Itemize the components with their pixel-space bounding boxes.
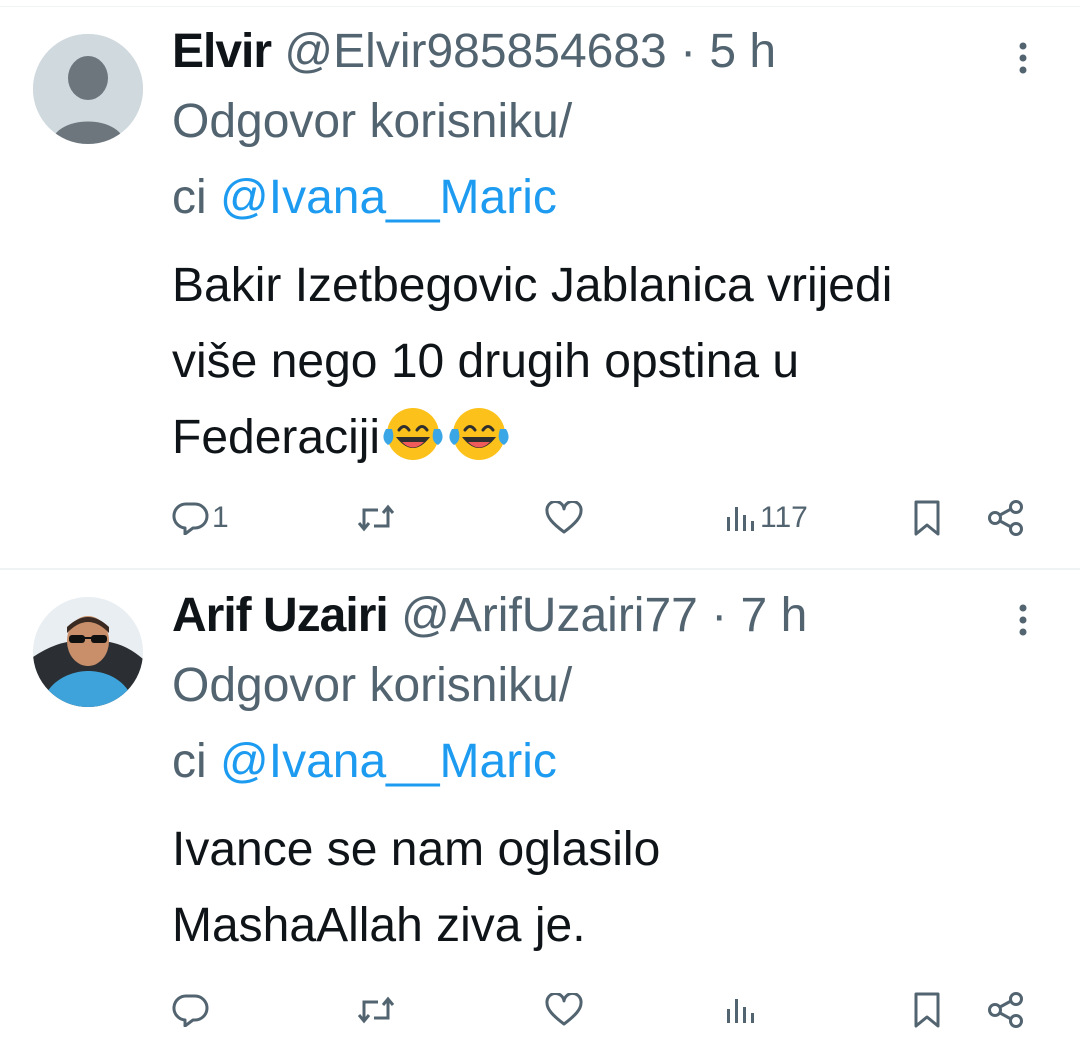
- reply-mention-link[interactable]: @Ivana__Maric: [220, 735, 557, 788]
- retweet-button[interactable]: [356, 980, 396, 1040]
- like-button[interactable]: [544, 488, 584, 548]
- tweet-text: Ivance se nam oglasilo MashaAllah ziva j…: [172, 812, 1052, 964]
- tweet[interactable]: Elvir @Elvir985854683 · 5 h Odgovor kori…: [0, 0, 1080, 570]
- user-handle[interactable]: @ArifUzairi77: [401, 589, 698, 642]
- heart-icon: [545, 993, 583, 1026]
- display-name[interactable]: Elvir: [172, 25, 272, 78]
- more-options-button[interactable]: [1008, 600, 1038, 640]
- timestamp[interactable]: 5 h: [709, 25, 776, 78]
- tweet-actions-partial: [0, 980, 1080, 1040]
- reply-button[interactable]: [172, 980, 210, 1040]
- reply-prefix-cont: ci: [172, 735, 207, 788]
- heart-icon: [545, 501, 583, 534]
- separator-dot: ·: [711, 589, 728, 642]
- default-user-icon: [33, 34, 143, 144]
- timestamp[interactable]: 7 h: [741, 589, 808, 642]
- reply-context: Odgovor korisniku/ ci @Ivana__Maric: [172, 648, 572, 800]
- more-options-button[interactable]: [1008, 38, 1038, 78]
- user-handle[interactable]: @Elvir985854683: [284, 25, 666, 78]
- tweet-actions: 1 117: [0, 488, 1080, 548]
- tweet[interactable]: Arif Uzairi @ArifUzairi77 · 7 h Odgovor …: [0, 570, 1080, 1028]
- reply-mention-link[interactable]: @Ivana__Maric: [220, 171, 557, 224]
- tweet-text-line: Federaciji: [172, 411, 381, 464]
- reply-prefix-cont: ci: [172, 171, 207, 224]
- views-chart-icon: [727, 507, 754, 531]
- tweet-header: Elvir @Elvir985854683 · 5 h: [172, 20, 776, 84]
- bookmark-button[interactable]: [910, 980, 944, 1040]
- reply-button[interactable]: 1: [172, 488, 229, 548]
- share-icon: [988, 992, 1023, 1028]
- bookmark-icon: [914, 992, 940, 1028]
- like-button[interactable]: [544, 980, 584, 1040]
- views-chart-icon: [727, 999, 754, 1023]
- reply-icon: [172, 502, 209, 535]
- views-button[interactable]: [724, 980, 758, 1040]
- view-count: 117: [760, 501, 808, 534]
- reply-prefix: Odgovor korisniku/: [172, 95, 573, 148]
- laughing-tears-emoji-icon: [446, 405, 512, 463]
- tweet-text-line: Ivance se nam oglasilo: [172, 823, 661, 876]
- share-button[interactable]: [986, 980, 1026, 1040]
- retweet-button[interactable]: [356, 488, 396, 548]
- retweet-icon: [357, 504, 395, 532]
- reply-prefix: Odgovor korisniku/: [172, 659, 573, 712]
- tweet-text-line: Bakir Izetbegovic Jablanica vrijedi: [172, 259, 893, 312]
- bookmark-button[interactable]: [910, 488, 944, 548]
- display-name[interactable]: Arif Uzairi: [172, 589, 389, 642]
- tweet-text-line: MashaAllah ziva je.: [172, 899, 586, 952]
- tweet-header: Arif Uzairi @ArifUzairi77 · 7 h: [172, 584, 807, 648]
- retweet-icon: [357, 996, 395, 1024]
- more-vertical-icon: [1019, 42, 1027, 74]
- views-button[interactable]: 117: [724, 488, 808, 548]
- reply-context: Odgovor korisniku/ ci @Ivana__Maric: [172, 84, 572, 236]
- reply-icon: [172, 994, 209, 1027]
- bookmark-icon: [914, 500, 940, 536]
- avatar-default[interactable]: [33, 34, 143, 144]
- share-icon: [988, 500, 1023, 536]
- tweet-text: Bakir Izetbegovic Jablanica vrijedi više…: [172, 248, 1052, 476]
- separator-dot: ·: [680, 25, 697, 78]
- laughing-tears-emoji-icon: [380, 405, 446, 463]
- reply-count: 1: [212, 501, 229, 534]
- more-vertical-icon: [1019, 604, 1027, 636]
- tweet-text-line: više nego 10 drugih opstina u: [172, 335, 800, 388]
- share-button[interactable]: [986, 488, 1026, 548]
